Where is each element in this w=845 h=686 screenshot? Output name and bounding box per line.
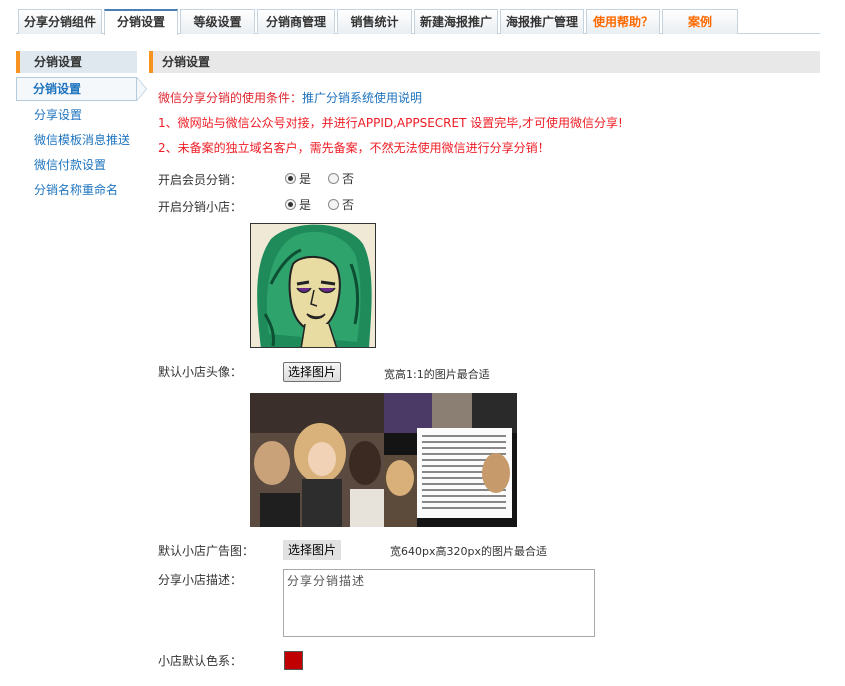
usage-guide-link[interactable]: 推广分销系统使用说明 [302,91,422,105]
tab-distribution-settings[interactable]: 分销设置 [104,9,178,35]
tab-distributor-management[interactable]: 分销商管理 [257,9,335,34]
avatar-choose-image-button[interactable]: 选择图片 [283,362,342,382]
shop-distribution-radios: 是 否 [285,196,371,213]
shop-banner-preview [250,393,517,527]
shop-distribution-no-radio[interactable] [328,199,340,210]
sidebar-item-rename[interactable]: 分销名称重命名 [16,178,137,203]
shop-description-label: 分享小店描述： [158,573,243,587]
usage-condition-prefix: 微信分享分销的使用条件： [158,91,303,105]
no-label: 否 [342,198,355,212]
yes-label: 是 [299,198,312,212]
usage-condition-notice: 微信分享分销的使用条件：推广分销系统使用说明 [158,89,422,106]
tab-sales-statistics[interactable]: 销售统计 [337,9,412,34]
member-distribution-no-radio[interactable] [328,173,340,184]
shop-distribution-label: 开启分销小店： [158,200,243,214]
shop-banner-label: 默认小店广告图： [158,544,255,558]
member-distribution-yes-radio[interactable] [285,173,296,184]
sidebar: 分销设置 分销设置 分享设置 微信模板消息推送 微信付款设置 分销名称重命名 [16,51,147,203]
tab-new-poster[interactable]: 新建海报推广 [414,9,498,34]
banner-size-hint: 宽640px高320px的图片最合适 [390,545,547,558]
shop-description-textarea[interactable]: 分享分销描述 [283,569,595,637]
sidebar-item-template-message[interactable]: 微信模板消息推送 [16,128,137,153]
shop-distribution-yes-radio[interactable] [285,199,296,210]
avatar-size-hint: 宽高1:1的图片最合适 [384,368,490,381]
top-tab-bar: 分享分销组件 分销设置 等级设置 分销商管理 销售统计 新建海报推广 海报推广管… [0,0,845,35]
tab-poster-management[interactable]: 海报推广管理 [500,9,584,34]
member-distribution-radios: 是 否 [285,170,371,187]
notice-line-1: 1、微网站与微信公众号对接，并进行APPID,APPSECRET 设置完毕,才可… [158,116,623,130]
shop-color-label: 小店默认色系： [158,654,243,668]
sidebar-item-payment-settings[interactable]: 微信付款设置 [16,153,137,178]
sidebar-item-distribution-settings[interactable]: 分销设置 [16,77,147,101]
yes-label: 是 [299,172,312,186]
shop-avatar-label: 默认小店头像： [158,365,243,379]
section-title: 分销设置 [149,51,820,73]
tab-help[interactable]: 使用帮助？ [586,9,660,34]
banner-choose-image-button[interactable]: 选择图片 [283,540,342,560]
shop-color-swatch[interactable] [284,651,303,670]
sidebar-item-label: 分销设置 [33,82,82,96]
sidebar-header: 分销设置 [16,51,137,73]
shop-avatar-preview [250,223,376,348]
tab-level-settings[interactable]: 等级设置 [180,9,255,34]
sidebar-item-share-settings[interactable]: 分享设置 [16,103,137,128]
member-distribution-label: 开启会员分销： [158,173,243,187]
tab-share-component[interactable]: 分享分销组件 [18,9,102,34]
notice-line-2: 2、未备案的独立域名客户，需先备案，不然无法使用微信进行分享分销！ [158,141,550,155]
tab-cases[interactable]: 案例 [662,9,738,34]
no-label: 否 [342,172,355,186]
